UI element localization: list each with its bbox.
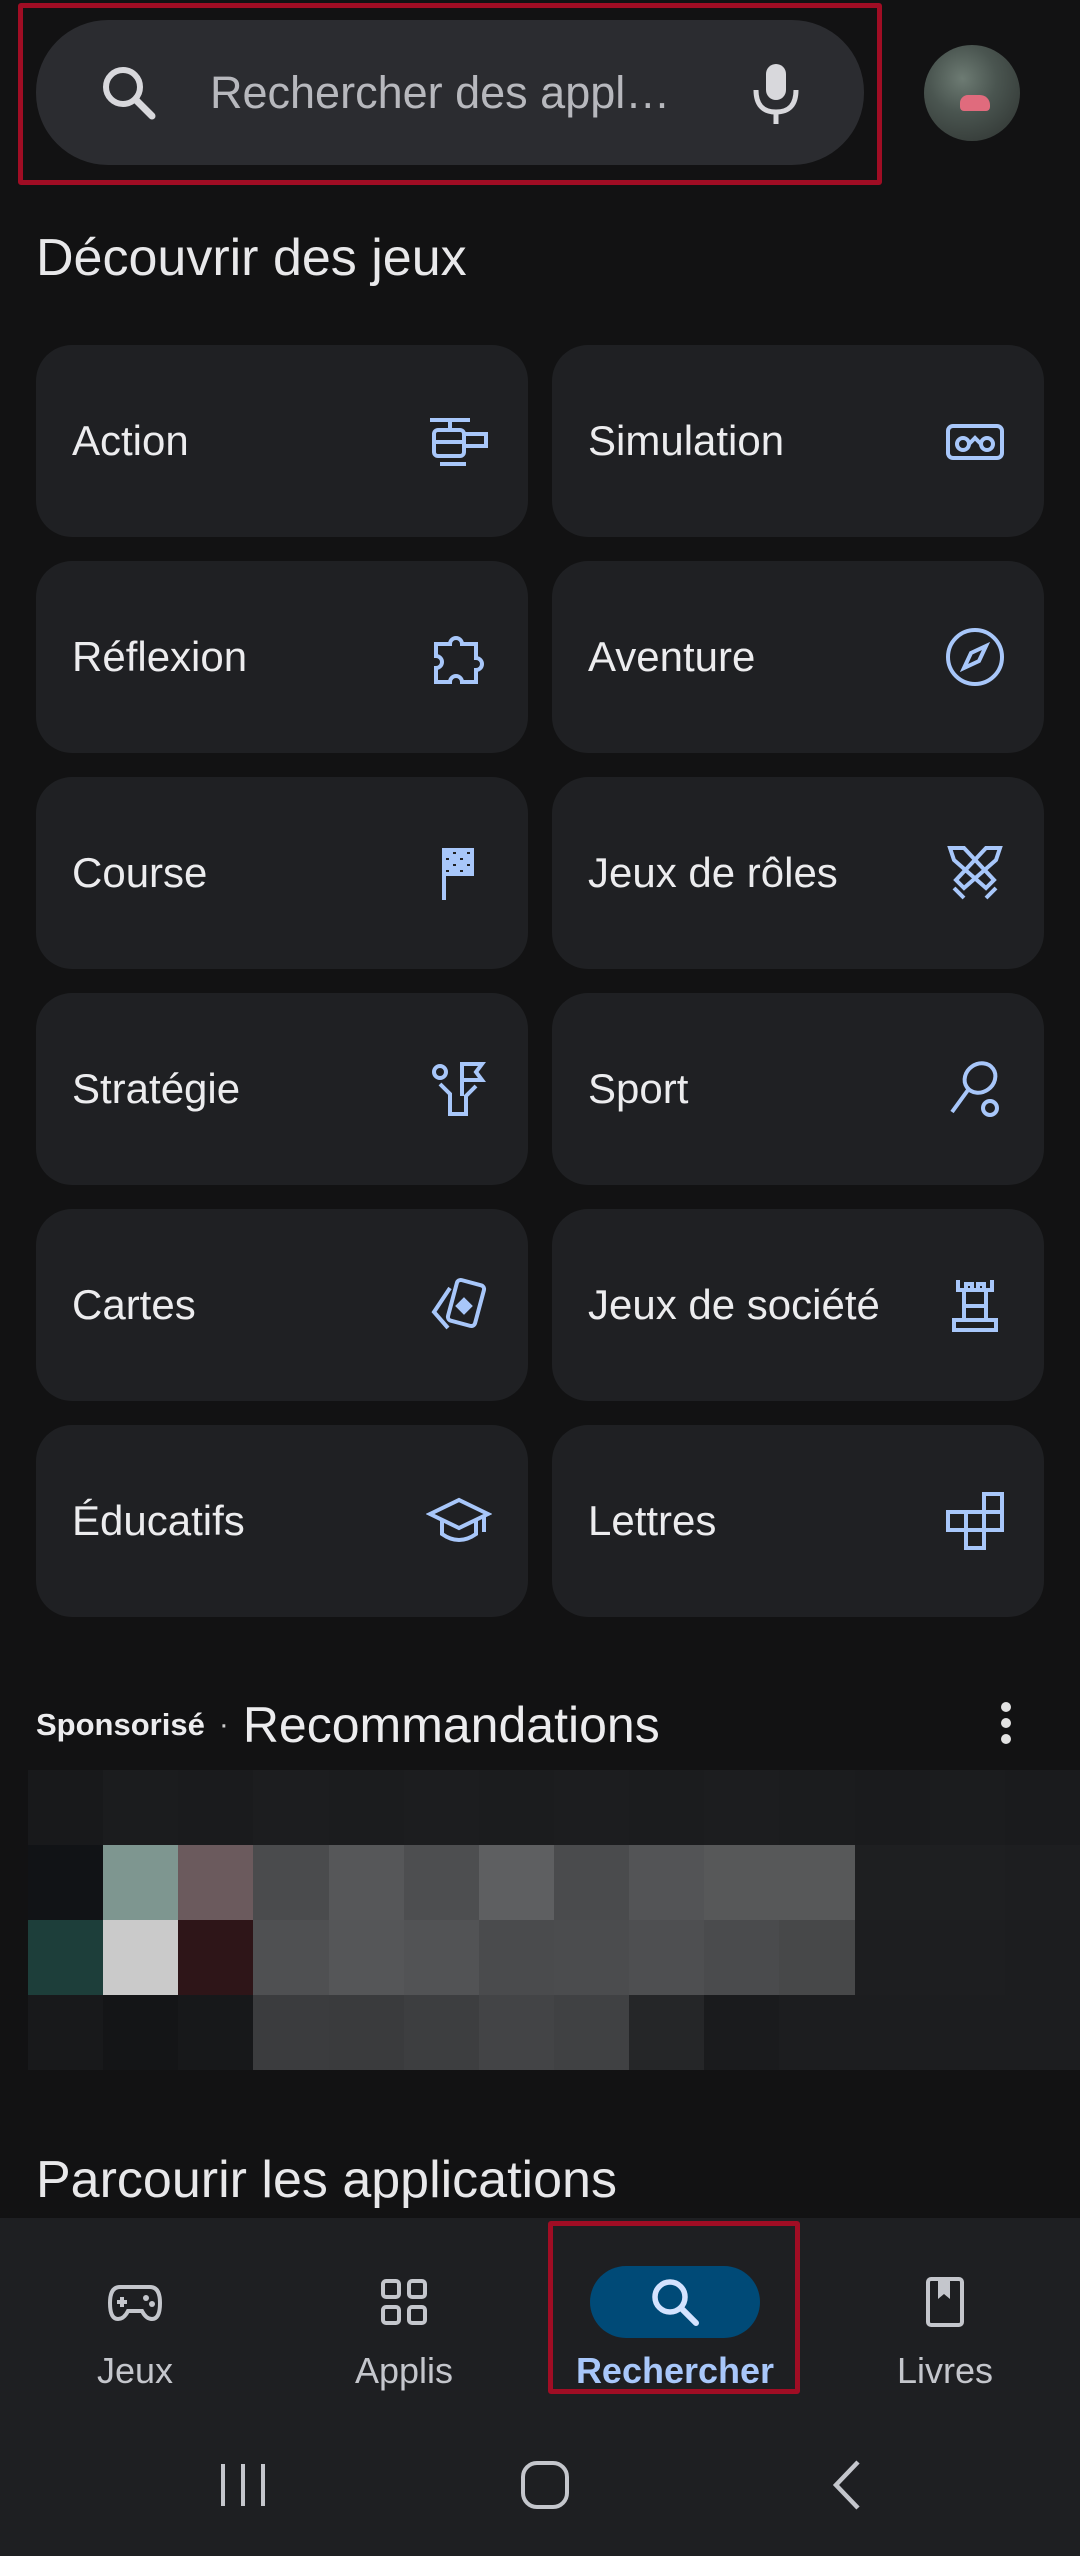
nav-item-livres[interactable]: Livres bbox=[845, 2248, 1045, 2408]
category-action[interactable]: Action bbox=[36, 345, 528, 537]
category-jeux-de-societe[interactable]: Jeux de société bbox=[552, 1209, 1044, 1401]
category-simulation[interactable]: Simulation bbox=[552, 345, 1044, 537]
sponsored-label: Sponsorisé bbox=[36, 1707, 205, 1742]
bookmark-book-icon bbox=[926, 2277, 964, 2327]
category-label: Action bbox=[72, 417, 189, 464]
microphone-icon[interactable] bbox=[746, 58, 806, 128]
play-store-search-page: Rechercher des appl… Découvrir des jeux … bbox=[0, 0, 1080, 2556]
recommendations-title: Recommandations bbox=[242, 1697, 660, 1753]
nav-label-livres: Livres bbox=[896, 2350, 994, 2391]
category-label: Réflexion bbox=[72, 633, 248, 680]
chess-rook-icon bbox=[942, 1272, 1008, 1338]
rechercher-highlight-box bbox=[548, 2221, 800, 2394]
category-strategie[interactable]: Stratégie bbox=[36, 993, 528, 1185]
discover-games-title: Découvrir des jeux bbox=[36, 229, 467, 287]
playing-cards-icon bbox=[426, 1272, 492, 1338]
account-avatar[interactable] bbox=[924, 45, 1020, 141]
back-icon[interactable] bbox=[808, 2450, 888, 2520]
more-options-icon[interactable] bbox=[986, 1696, 1026, 1756]
search-input[interactable]: Rechercher des appl… bbox=[210, 67, 746, 119]
category-label: Aventure bbox=[588, 633, 756, 680]
recommendations-header: Sponsorisé · Recommandations bbox=[36, 1690, 1046, 1760]
recent-apps-icon[interactable] bbox=[203, 2450, 283, 2520]
category-course[interactable]: Course bbox=[36, 777, 528, 969]
crossed-swords-icon bbox=[942, 840, 1008, 906]
tennis-racket-icon bbox=[942, 1056, 1008, 1122]
recommendations-carousel-pixelated[interactable] bbox=[28, 1770, 1080, 2070]
separator-dot: · bbox=[218, 1708, 229, 1741]
category-label: Jeux de société bbox=[588, 1281, 880, 1328]
category-label: Lettres bbox=[588, 1497, 717, 1544]
vr-headset-icon bbox=[942, 408, 1008, 474]
category-label: Stratégie bbox=[72, 1065, 241, 1112]
search-bar[interactable]: Rechercher des appl… bbox=[36, 20, 864, 165]
apps-grid-icon bbox=[381, 2279, 427, 2325]
puzzle-icon bbox=[426, 624, 492, 690]
category-sport[interactable]: Sport bbox=[552, 993, 1044, 1185]
category-label: Jeux de rôles bbox=[588, 849, 838, 896]
category-label: Sport bbox=[588, 1065, 689, 1112]
helicopter-icon bbox=[426, 408, 492, 474]
strategy-flag-icon bbox=[426, 1056, 492, 1122]
category-jeux-de-roles[interactable]: Jeux de rôles bbox=[552, 777, 1044, 969]
category-educatifs[interactable]: Éducatifs bbox=[36, 1425, 528, 1617]
word-tiles-icon bbox=[942, 1488, 1008, 1554]
category-label: Simulation bbox=[588, 417, 785, 464]
home-icon[interactable] bbox=[505, 2450, 585, 2520]
category-label: Éducatifs bbox=[72, 1497, 245, 1544]
game-categories-grid: Action Simulation Réflexion Aventure Cou… bbox=[36, 345, 1044, 1617]
category-label: Course bbox=[72, 849, 208, 896]
gamepad-icon bbox=[107, 2285, 163, 2322]
checkered-flag-icon bbox=[426, 840, 492, 906]
search-icon bbox=[103, 66, 156, 119]
nav-label-jeux: Jeux bbox=[96, 2350, 174, 2391]
nav-item-applis[interactable]: Applis bbox=[304, 2248, 504, 2408]
category-label: Cartes bbox=[72, 1281, 196, 1328]
category-lettres[interactable]: Lettres bbox=[552, 1425, 1044, 1617]
category-reflexion[interactable]: Réflexion bbox=[36, 561, 528, 753]
category-cartes[interactable]: Cartes bbox=[36, 1209, 528, 1401]
browse-apps-title: Parcourir les applications bbox=[36, 2151, 617, 2209]
nav-item-jeux[interactable]: Jeux bbox=[35, 2248, 235, 2408]
graduation-cap-icon bbox=[426, 1488, 492, 1554]
category-aventure[interactable]: Aventure bbox=[552, 561, 1044, 753]
nav-label-applis: Applis bbox=[354, 2350, 454, 2391]
system-navigation-bar bbox=[0, 2420, 1080, 2556]
compass-icon bbox=[942, 624, 1008, 690]
